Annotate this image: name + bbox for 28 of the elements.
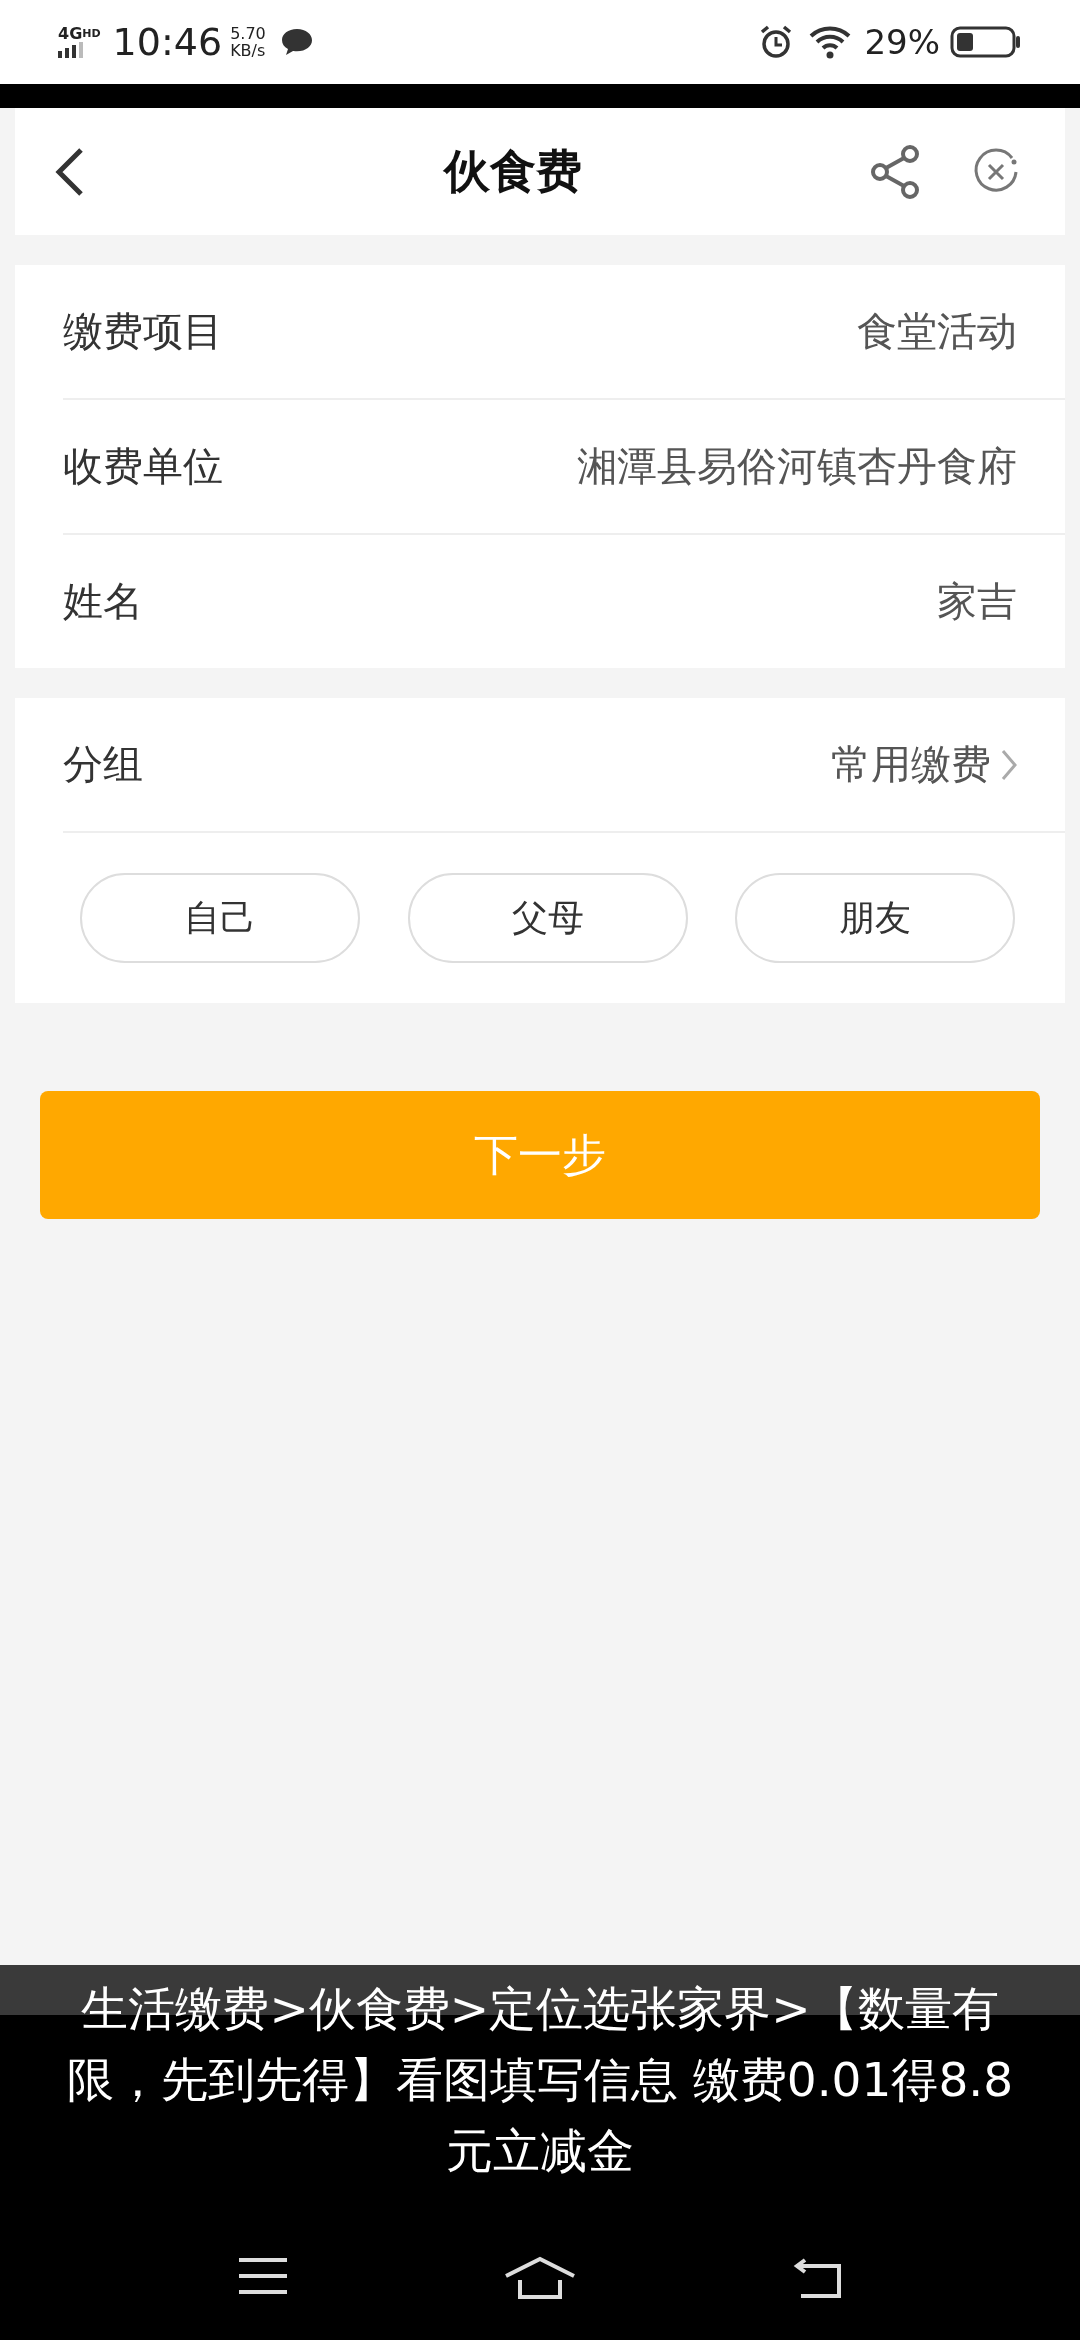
share-icon[interactable] [870, 143, 922, 200]
network-label: 4G [58, 26, 83, 42]
group-chip[interactable]: 父母 [407, 873, 688, 963]
group-row[interactable]: 分组 常用缴费 [63, 698, 1065, 833]
chevron-right-icon [1001, 748, 1017, 781]
page-title: 伙食费 [442, 142, 583, 200]
field-value: 常用缴费 [831, 740, 991, 789]
field-value: 食堂活动 [857, 307, 1017, 356]
group-chip[interactable]: 朋友 [735, 873, 1015, 963]
battery-icon [950, 26, 1022, 58]
group-chip[interactable]: 自己 [80, 873, 360, 963]
field-label: 收费单位 [63, 442, 223, 491]
home-icon[interactable] [504, 2256, 576, 2300]
field-value: 湘潭县易俗河镇杏丹食府 [577, 442, 1017, 491]
field-label: 姓名 [63, 577, 143, 626]
field-value: 家吉 [937, 577, 1017, 626]
back-icon[interactable] [55, 146, 85, 197]
speed-value: 5.70 [230, 25, 266, 42]
clock-time: 10:46 [112, 20, 223, 64]
battery-percent: 29% [864, 22, 940, 62]
chat-bubble-icon [279, 27, 314, 57]
signal-icon [58, 42, 84, 58]
field-label: 缴费项目 [63, 307, 223, 356]
menu-icon[interactable] [237, 2256, 290, 2296]
caption-text: 生活缴费>伙食费>定位选张家界>【数量有限，先到先得】看图填写信息 缴费0.01得8.8元立减金 [65, 1980, 1015, 2180]
field-label: 分组 [63, 740, 143, 789]
network-hd-label: HD [82, 26, 101, 42]
speed-unit: KB/s [230, 42, 266, 59]
